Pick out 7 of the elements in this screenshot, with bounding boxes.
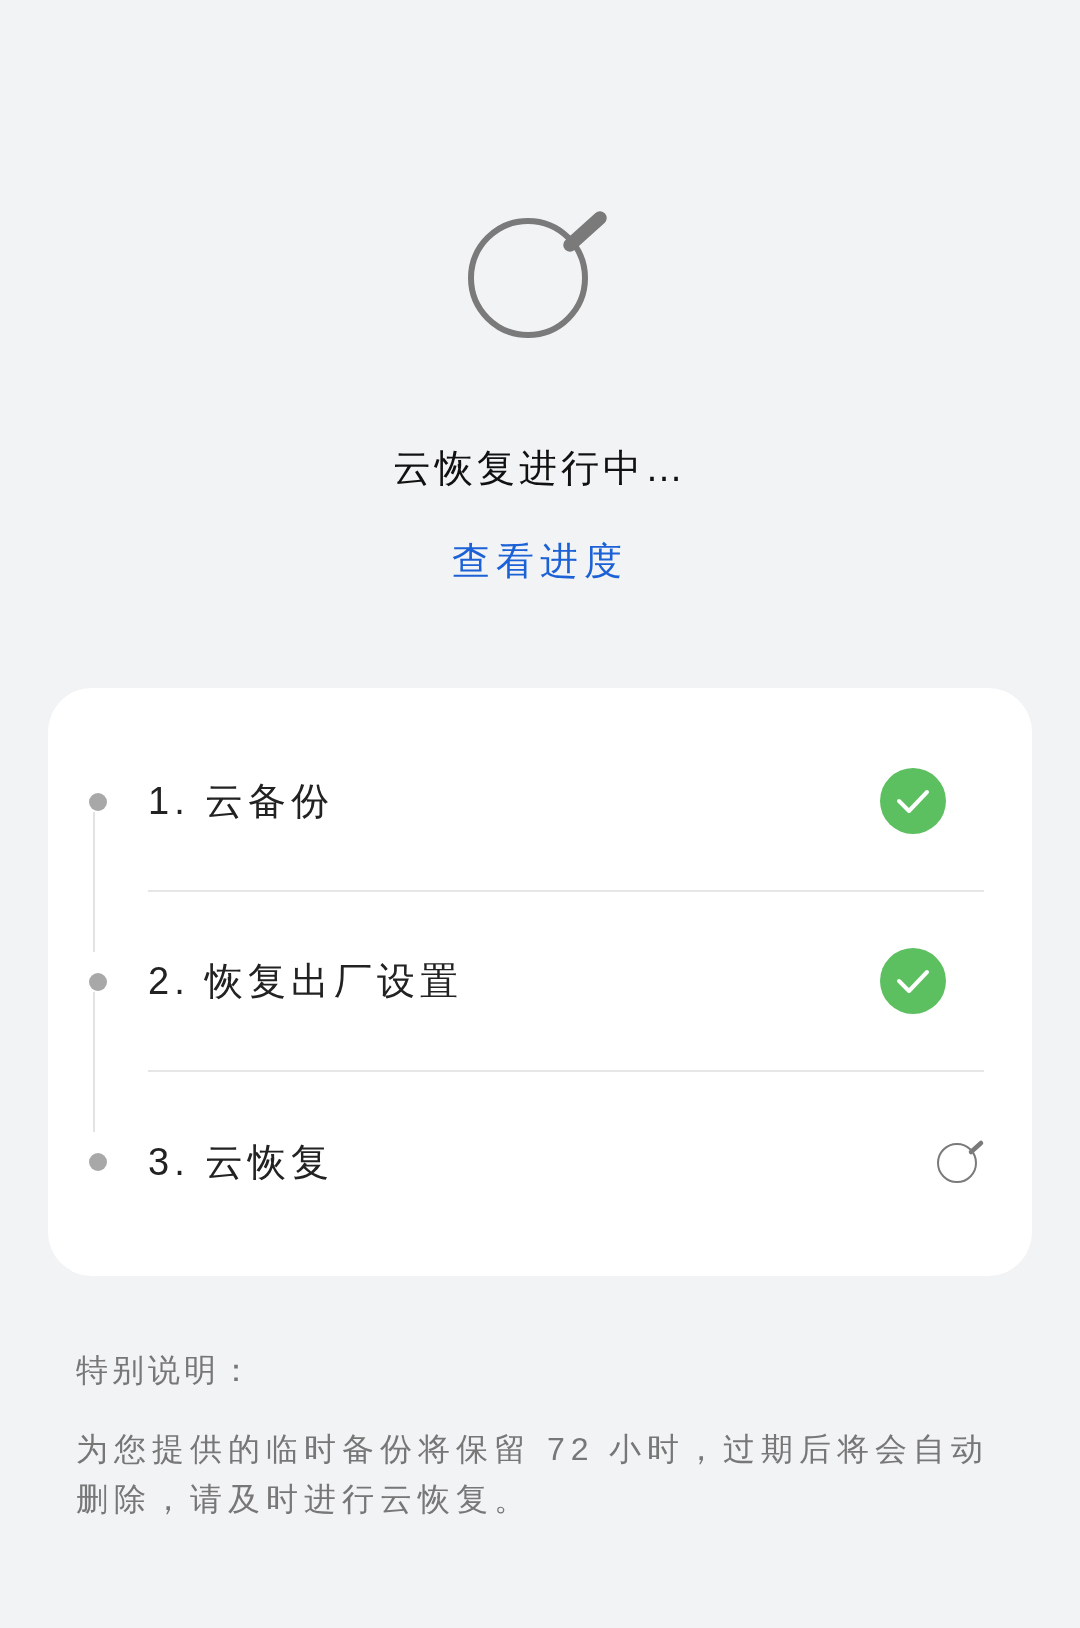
status-title: 云恢复进行中… — [393, 446, 687, 491]
step-label: 3. 云恢复 — [148, 1139, 335, 1185]
note-heading: 特别说明： — [76, 1351, 257, 1390]
view-progress-link[interactable]: 查看进度 — [452, 533, 628, 590]
step-label: 2. 恢复出厂设置 — [148, 958, 464, 1004]
step-label: 1. 云备份 — [148, 778, 335, 824]
note-text: 为您提供的临时备份将保留 72 小时，过期后将会自动删除，请及时进行云恢复。 — [76, 1430, 991, 1519]
